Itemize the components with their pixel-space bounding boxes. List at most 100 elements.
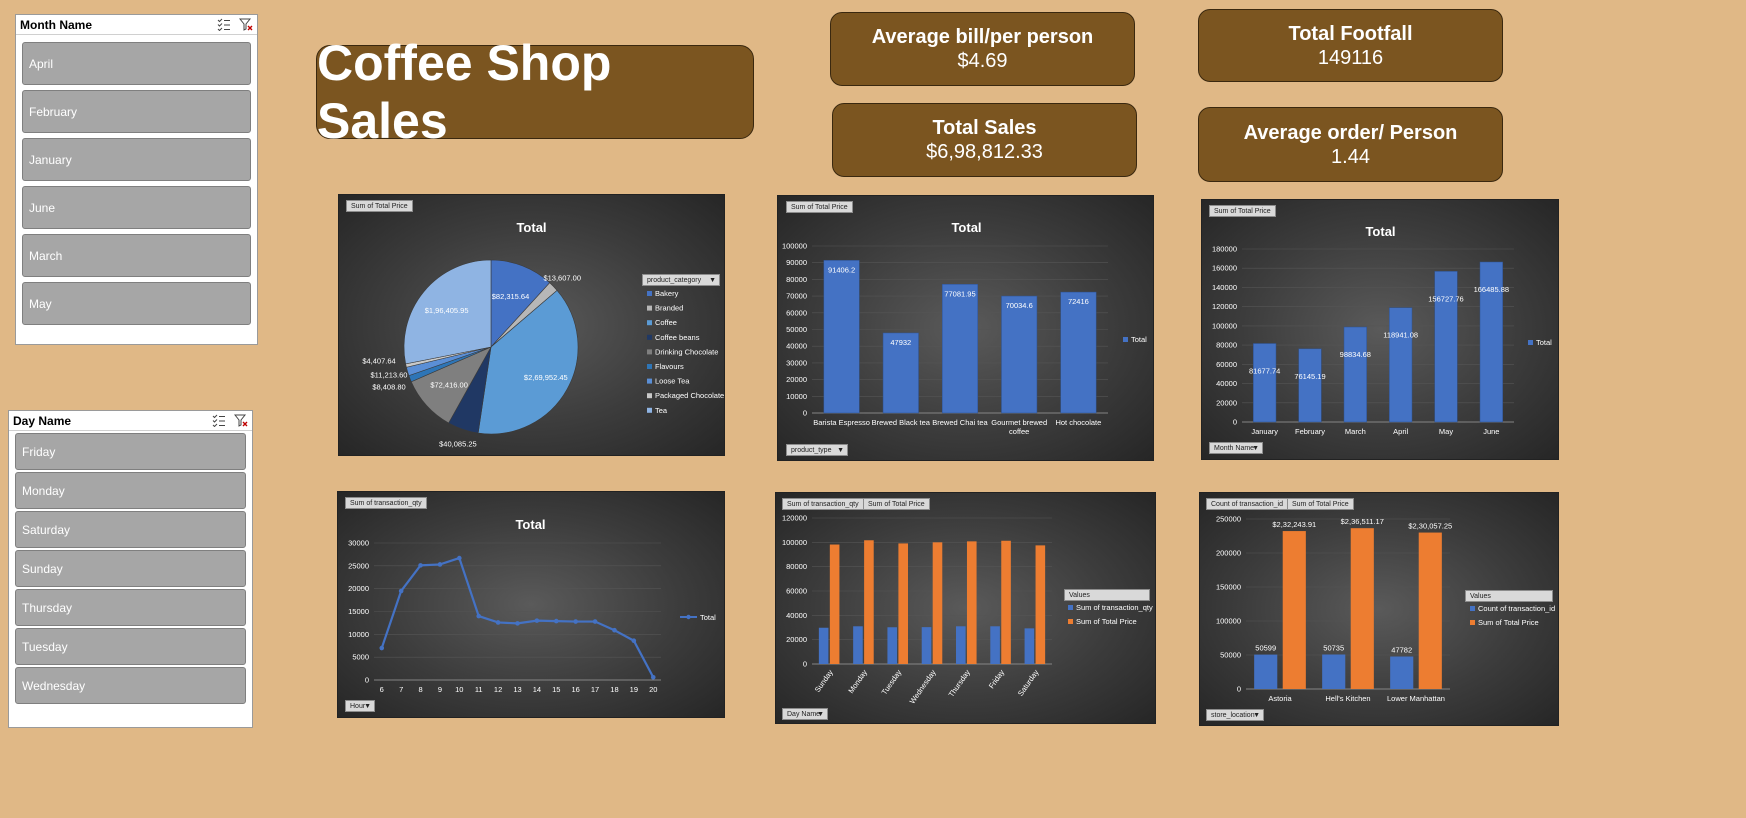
bar-chart-product-type: 0 10000 20000 30000 40000 50000 60000 70000 8000…	[777, 195, 1154, 461]
bar	[882, 332, 919, 414]
y-tick-label: 100000	[1212, 321, 1237, 330]
field-button[interactable]: Sum of Total Price	[1209, 205, 1276, 217]
bar	[1479, 261, 1503, 423]
data-point	[612, 627, 617, 633]
pie-slice	[406, 346, 492, 377]
field-button[interactable]: Sum of Total Price	[1287, 498, 1354, 510]
multi-select-icon[interactable]	[212, 414, 226, 428]
legend-label: Packaged Chocolate	[655, 391, 724, 400]
legend-filter-button[interactable]: product_category ▼	[642, 274, 720, 286]
multi-select-icon[interactable]	[217, 18, 231, 32]
y-tick-label: 0	[1237, 685, 1241, 694]
field-button[interactable]: Sum of Total Price	[346, 200, 413, 212]
axis-filter-button[interactable]: store_location ▼	[1206, 709, 1264, 721]
kpi-value: 1.44	[1331, 145, 1370, 168]
bar	[1001, 295, 1038, 414]
y-tick-label: 25000	[348, 561, 369, 570]
chart-title: Total	[1365, 224, 1396, 239]
bar	[1389, 307, 1413, 423]
slicer-item-sunday[interactable]: Sunday	[15, 550, 246, 587]
y-tick-label: 60000	[1216, 360, 1237, 369]
slicer-item-wednesday[interactable]: Wednesday	[15, 667, 246, 704]
x-tick-label: 8	[418, 685, 422, 694]
slicer-item-may[interactable]: May	[22, 282, 251, 325]
data-label: 77081.95	[944, 289, 975, 298]
y-tick-label: 70000	[786, 292, 807, 301]
slicer-item-monday[interactable]: Monday	[15, 472, 246, 509]
field-button[interactable]: Sum of transaction_qty	[345, 497, 427, 509]
axis-filter-label: store_location	[1211, 712, 1255, 719]
legend-label: Total	[700, 613, 716, 622]
data-point	[379, 645, 385, 651]
axis-filter-label: product_type	[791, 447, 832, 454]
slicer-item-tuesday[interactable]: Tuesday	[15, 628, 246, 665]
axis-filter-button[interactable]: Hour ▼	[345, 700, 375, 712]
x-tick-label: 15	[552, 685, 560, 694]
bar	[1350, 528, 1374, 689]
data-label: 166485.88	[1474, 285, 1509, 294]
x-tick-label: Astoria	[1268, 694, 1292, 703]
slicer-item-june[interactable]: June	[22, 186, 251, 229]
slicer-item-saturday[interactable]: Saturday	[15, 511, 246, 548]
series-line	[380, 556, 655, 678]
bar	[966, 541, 977, 664]
slicer-item-march[interactable]: March	[22, 234, 251, 277]
data-label: $2,69,952.45	[524, 373, 568, 382]
kpi-value: $6,98,812.33	[926, 141, 1043, 163]
pie-slice	[405, 346, 492, 368]
bar	[853, 626, 863, 664]
clear-filter-icon[interactable]	[233, 414, 248, 427]
slicer-item-february[interactable]: February	[22, 90, 251, 133]
y-tick-label: 50000	[1220, 651, 1241, 660]
legend-swatch	[1068, 619, 1073, 624]
pie-slice	[477, 289, 579, 435]
axis-filter-button[interactable]: Month Name ▼	[1209, 442, 1263, 454]
legend-swatch	[1470, 606, 1475, 611]
field-button[interactable]: Sum of Total Price	[786, 201, 853, 213]
data-point	[534, 618, 540, 623]
day-slicer: Day Name Friday Monday Saturday Sunday T…	[8, 410, 253, 728]
slicer-item-january[interactable]: January	[22, 138, 251, 181]
month-slicer-items: April February January June March May	[16, 35, 257, 327]
y-tick-label: 50000	[786, 325, 807, 334]
bar	[932, 542, 943, 664]
chart-title: Total	[951, 220, 982, 235]
y-tick-label: 20000	[1216, 398, 1237, 407]
data-point	[437, 562, 443, 567]
x-tick-label: June	[1483, 427, 1499, 436]
x-tick-label: May	[1439, 427, 1453, 436]
x-tick-label: Sunday	[813, 668, 835, 694]
slicer-item-april[interactable]: April	[22, 42, 251, 85]
data-point	[592, 619, 598, 624]
data-label: $2,36,511.17	[1341, 517, 1384, 526]
field-button[interactable]: Sum of transaction_qty	[782, 498, 864, 510]
legend-swatch	[647, 393, 652, 399]
kpi-label: Total Sales	[932, 117, 1037, 139]
x-tick-label: coffee	[1009, 427, 1029, 436]
legend-label: Bakery	[655, 289, 679, 298]
x-tick-label: 7	[399, 685, 403, 694]
field-button[interactable]: Count of transaction_id	[1206, 498, 1288, 510]
legend-swatch	[1123, 337, 1128, 342]
data-point	[476, 613, 482, 619]
x-tick-label: 16	[572, 685, 580, 694]
axis-filter-button[interactable]: Day Name ▼	[782, 708, 828, 720]
kpi-average-bill: Average bill/per person $4.69	[830, 12, 1135, 86]
legend-swatch	[647, 364, 652, 369]
y-tick-label: 0	[365, 676, 369, 685]
slicer-item-friday[interactable]: Friday	[15, 433, 246, 470]
data-label: 81677.74	[1249, 366, 1280, 375]
legend-swatch	[647, 334, 652, 340]
bar-chart-store-location: 0 50000 100000 150000 200000 250000 50599 $2,32…	[1199, 492, 1559, 726]
slicer-item-thursday[interactable]: Thursday	[15, 589, 246, 626]
legend-title: Values	[1064, 589, 1150, 601]
field-button[interactable]: Sum of Total Price	[863, 498, 930, 510]
legend-marker	[686, 614, 691, 620]
pie-slice	[410, 346, 492, 424]
chart-svg: 0 20000 40000 60000 80000 100000 120000 140000 1…	[1212, 245, 1552, 437]
legend-label: Tea	[655, 406, 668, 415]
clear-filter-icon[interactable]	[238, 18, 253, 31]
x-tick-label: Barista Espresso	[813, 418, 870, 427]
data-point	[573, 619, 578, 624]
axis-filter-button[interactable]: product_type ▼	[786, 444, 848, 456]
